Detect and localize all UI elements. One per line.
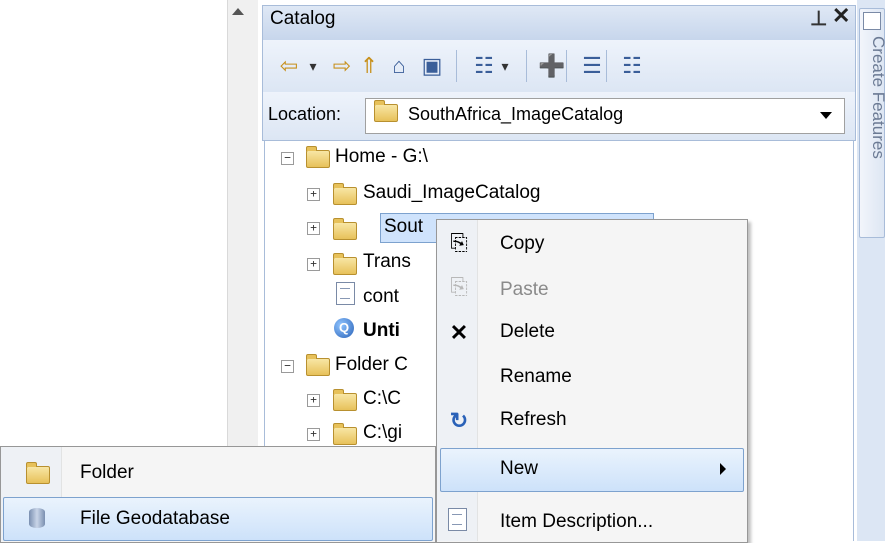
back-dropdown-icon[interactable]: ▾ <box>306 52 320 80</box>
expand-icon[interactable]: + <box>307 188 320 201</box>
paste-icon: ⎘ <box>450 274 468 299</box>
chevron-down-icon[interactable] <box>820 112 832 119</box>
copy-icon: ⎘ <box>450 230 468 255</box>
folder-icon <box>26 462 50 484</box>
folder-connections-icon <box>306 354 330 376</box>
menu-item-refresh[interactable]: Refresh <box>500 409 567 431</box>
forward-icon[interactable]: ⇨ <box>328 52 356 80</box>
tree-item-southafrica-imagecatalog[interactable]: Sout <box>384 216 423 238</box>
tree-item-c-c[interactable]: C:\C <box>363 388 401 410</box>
toolbar-separator <box>606 50 607 82</box>
scroll-up-icon[interactable] <box>232 8 244 15</box>
open-folder-icon <box>333 218 357 240</box>
refresh-icon: ↻ <box>449 408 469 433</box>
toolbar-separator <box>566 50 567 82</box>
connect-folder-icon[interactable]: ▣ <box>418 52 446 80</box>
tree-item-untitled[interactable]: Unti <box>363 320 400 342</box>
collapse-icon[interactable]: − <box>281 360 294 373</box>
catalog-title: Catalog <box>270 8 336 29</box>
toolbar-separator <box>526 50 527 82</box>
delete-icon: ✕ <box>449 320 469 345</box>
tree-item-trans[interactable]: Trans <box>363 251 411 273</box>
folder-icon <box>374 100 398 122</box>
expand-icon[interactable]: + <box>307 428 320 441</box>
folder-icon <box>333 183 357 205</box>
expand-icon[interactable]: + <box>307 258 320 271</box>
up-one-level-icon[interactable]: ⇑ <box>355 52 383 80</box>
document-icon <box>336 282 355 305</box>
create-features-icon <box>863 12 881 30</box>
tree-item-saudi-imagecatalog[interactable]: Saudi_ImageCatalog <box>363 182 540 204</box>
tree-item-conte[interactable]: cont <box>363 286 399 308</box>
options-icon[interactable]: ☷ <box>618 52 646 80</box>
tab-create-features-label: Create Features <box>869 36 885 159</box>
views-dropdown-icon[interactable]: ▾ <box>498 52 512 80</box>
menu-item-rename[interactable]: Rename <box>500 366 572 388</box>
toggle-contents-panel-icon[interactable]: ☰ <box>578 52 606 80</box>
views-icon[interactable]: ☷ <box>470 52 498 80</box>
item-description-icon <box>448 508 467 531</box>
connect-to-folder-icon[interactable]: ➕ <box>538 52 566 80</box>
expand-icon[interactable]: + <box>307 394 320 407</box>
collapse-icon[interactable]: − <box>281 152 294 165</box>
map-document-icon: Q <box>334 318 354 338</box>
catalog-titlebar[interactable] <box>262 5 856 41</box>
context-menu-gutter <box>437 220 478 541</box>
menu-item-new[interactable]: New <box>500 458 538 480</box>
menu-item-copy[interactable]: Copy <box>500 233 544 255</box>
tree-item-home[interactable]: Home - G:\ <box>335 146 428 168</box>
menu-item-paste: Paste <box>500 279 549 300</box>
file-geodatabase-icon <box>29 508 45 528</box>
folder-icon <box>333 253 357 275</box>
folder-connection-icon <box>333 389 357 411</box>
location-value: SouthAfrica_ImageCatalog <box>408 104 624 124</box>
submenu-arrow-icon <box>720 463 726 475</box>
submenu-item-folder[interactable]: Folder <box>80 462 134 484</box>
home-icon[interactable]: ⌂ <box>385 52 413 80</box>
close-icon[interactable]: ✕ <box>832 3 850 29</box>
home-folder-icon <box>306 146 330 168</box>
folder-connection-icon <box>333 423 357 445</box>
back-icon[interactable]: ⇦ <box>275 52 303 80</box>
context-menu <box>436 219 748 543</box>
location-label: Location: <box>268 104 342 124</box>
tree-item-c-gi[interactable]: C:\gi <box>363 422 402 444</box>
expand-icon[interactable]: + <box>307 222 320 235</box>
context-menu-highlight <box>440 448 744 492</box>
tree-item-folder-connections[interactable]: Folder C <box>335 354 408 376</box>
pin-icon[interactable]: ⊥ <box>810 6 827 31</box>
menu-item-delete[interactable]: Delete <box>500 321 555 343</box>
menu-item-item-description[interactable]: Item Description... <box>500 511 653 533</box>
toolbar-separator <box>456 50 457 82</box>
submenu-item-file-geodatabase[interactable]: File Geodatabase <box>80 508 230 530</box>
